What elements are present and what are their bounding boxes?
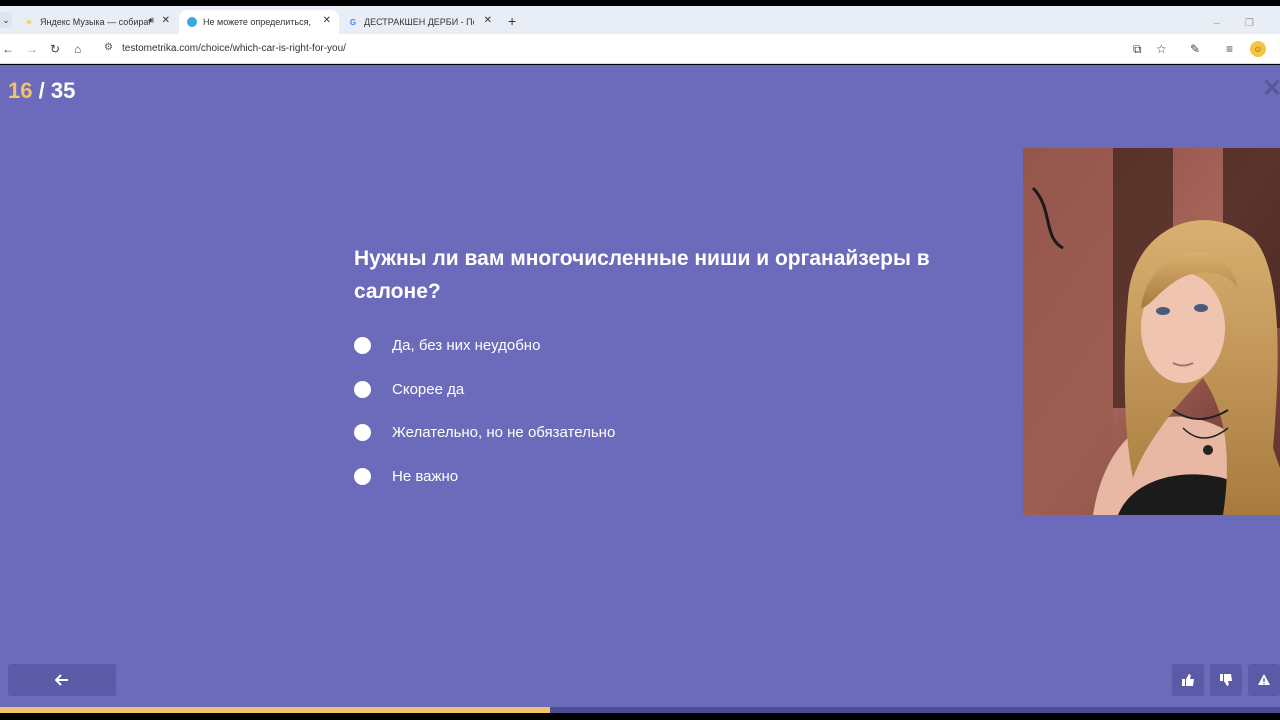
minimize-icon[interactable]: – [1214,18,1220,29]
reload-icon[interactable]: ↻ [50,42,60,56]
back-nav-icon[interactable]: ← [2,42,14,56]
tab-yandex-music[interactable]: ✳ Яндекс Музыка — собирае 🔊︎ ✕ [16,10,178,34]
extensions-icon[interactable]: ✎ [1190,42,1200,56]
profile-avatar[interactable]: ☺ [1250,41,1266,57]
answer-label[interactable]: Скорее да [392,381,464,398]
answer-label[interactable]: Не важно [392,468,458,485]
answer-label[interactable]: Желательно, но не обязательно [392,424,615,441]
url-text[interactable]: testometrika.com/choice/which-car-is-rig… [122,43,346,54]
radio-button[interactable] [354,423,371,441]
total-questions: 35 [50,78,76,103]
install-app-icon[interactable]: ⧉ [1133,42,1142,56]
dislike-button[interactable] [1210,664,1242,696]
answer-option[interactable]: Скорее да [354,377,464,401]
answer-label[interactable]: Да, без них неудобно [392,337,540,354]
close-tab-icon[interactable]: ✕ [323,15,331,26]
close-tab-icon[interactable]: ✕ [162,15,170,26]
yandex-music-favicon-icon: ✳ [25,17,33,27]
tab-search-chevron-icon[interactable]: ⌄ [0,12,12,28]
thumbs-up-icon [1182,674,1194,686]
google-favicon-icon: G [349,17,357,27]
arrow-left-icon [55,674,68,686]
forward-nav-icon[interactable]: → [26,42,38,56]
answer-option[interactable]: Желательно, но не обязательно [354,420,615,444]
answer-option[interactable]: Не важно [354,464,458,488]
bottom-black-strip [0,713,1280,720]
quiz-page: 16 / 35 ✕ Нужны ли вам многочисленные ни… [0,65,1280,713]
like-button[interactable] [1172,664,1204,696]
close-tab-icon[interactable]: ✕ [484,15,492,26]
home-icon[interactable]: ⌂ [74,42,81,56]
warning-icon [1258,674,1270,685]
tab-testometrika[interactable]: Не можете определиться, как ✕ [179,10,339,34]
report-button[interactable] [1248,664,1280,696]
site-info-icon[interactable]: ⚙ [104,42,113,53]
tab-google-search[interactable]: G ДЕСТРАКШЕН ДЕРБИ - Поиск ✕ [340,10,500,34]
close-icon[interactable]: ✕ [1262,77,1280,101]
bookmark-star-icon[interactable]: ☆ [1156,42,1167,56]
testometrika-favicon-icon [187,17,197,27]
address-bar-row: ← → ↻ ⌂ ⚙ testometrika.com/choice/which-… [0,34,1280,64]
new-tab-plus-icon[interactable]: + [508,14,516,28]
tab-title: ДЕСТРАКШЕН ДЕРБИ - Поиск [364,17,474,27]
restore-icon[interactable]: ❐ [1245,18,1254,29]
browser-tab-bar: ⌄ ✳ Яндекс Музыка — собирае 🔊︎ ✕ Не може… [0,6,1280,34]
radio-button[interactable] [354,467,371,485]
previous-question-button[interactable] [8,664,116,696]
radio-button[interactable] [354,336,371,354]
current-question-number: 16 [8,78,33,103]
tab-title: Яндекс Музыка — собирае [40,17,150,27]
question-counter: 16 / 35 [8,78,75,104]
counter-separator: / [32,78,51,103]
radio-button[interactable] [354,380,371,398]
tab-title: Не можете определиться, как [203,17,313,27]
url-box[interactable]: ⚙ testometrika.com/choice/which-car-is-r… [96,37,1176,61]
webcam-overlay [1023,148,1280,515]
speaker-icon[interactable]: 🔊︎ [148,15,154,26]
question-text: Нужны ли вам многочисленные ниши и орган… [354,247,930,303]
media-controls-icon[interactable]: ≡ [1226,42,1233,56]
thumbs-down-icon [1220,674,1232,686]
webcam-image [1023,148,1280,515]
answer-option[interactable]: Да, без них неудобно [354,333,540,357]
